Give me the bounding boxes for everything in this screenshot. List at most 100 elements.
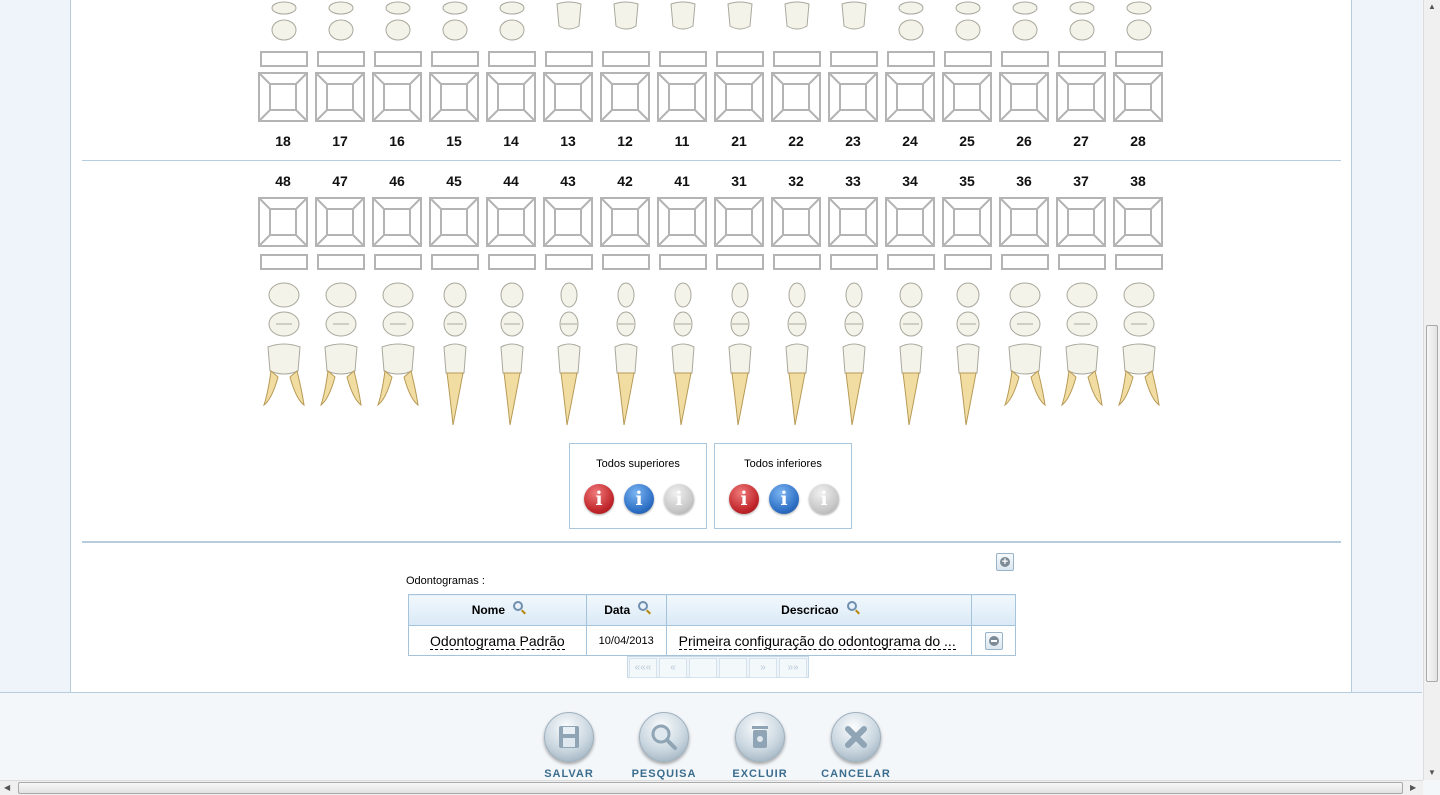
tooth-34-surface-map[interactable] <box>885 197 935 252</box>
scroll-up-icon[interactable]: ▲ <box>1428 2 1436 11</box>
tooth-31-surface-map[interactable] <box>714 197 764 252</box>
tooth-23-label-field[interactable] <box>830 51 878 67</box>
tooth-11-label-field[interactable] <box>659 51 707 67</box>
tooth-21-label-field[interactable] <box>716 51 764 67</box>
tooth-35-surface-map[interactable] <box>942 197 992 252</box>
tooth-17-surface-map[interactable] <box>315 72 365 127</box>
tooth-23-image[interactable] <box>828 0 880 47</box>
pesquisa-button[interactable]: PESQUISA <box>614 712 714 780</box>
tooth-12-label-field[interactable] <box>602 51 650 67</box>
tooth-48-label-field[interactable] <box>260 254 308 270</box>
tooth-36-surface-map[interactable] <box>999 197 1049 252</box>
tooth-33-label-field[interactable] <box>830 254 878 270</box>
tooth-38-image[interactable] <box>1113 281 1165 436</box>
tooth-47-surface-map[interactable] <box>315 197 365 252</box>
lower-blue-info-icon[interactable]: i <box>769 484 799 514</box>
pager-last-button[interactable]: »» <box>779 658 807 678</box>
tooth-46-surface-map[interactable] <box>372 197 422 252</box>
pager-first-button[interactable]: ««« <box>629 658 657 678</box>
lower-red-info-icon[interactable]: i <box>729 484 759 514</box>
pager-page-1[interactable] <box>689 658 717 678</box>
tooth-16-label-field[interactable] <box>374 51 422 67</box>
tooth-21-surface-map[interactable] <box>714 72 764 127</box>
cancelar-button[interactable]: CANCELAR <box>806 712 906 780</box>
tooth-37-surface-map[interactable] <box>1056 197 1106 252</box>
tooth-28-label-field[interactable] <box>1115 51 1163 67</box>
tooth-37-image[interactable] <box>1056 281 1108 436</box>
upper-gray-info-icon[interactable]: i <box>664 484 694 514</box>
tooth-14-surface-map[interactable] <box>486 72 536 127</box>
tooth-12-surface-map[interactable] <box>600 72 650 127</box>
tooth-13-label-field[interactable] <box>545 51 593 67</box>
tooth-18-surface-map[interactable] <box>258 72 308 127</box>
upper-blue-info-icon[interactable]: i <box>624 484 654 514</box>
tooth-16-surface-map[interactable] <box>372 72 422 127</box>
tooth-24-surface-map[interactable] <box>885 72 935 127</box>
tooth-37-label-field[interactable] <box>1058 254 1106 270</box>
tooth-13-surface-map[interactable] <box>543 72 593 127</box>
tooth-22-label-field[interactable] <box>773 51 821 67</box>
tooth-33-surface-map[interactable] <box>828 197 878 252</box>
tooth-42-surface-map[interactable] <box>600 197 650 252</box>
add-odontograma-button[interactable]: + <box>996 553 1014 571</box>
tooth-32-label-field[interactable] <box>773 254 821 270</box>
tooth-17-label-field[interactable] <box>317 51 365 67</box>
pager-next-button[interactable]: » <box>749 658 777 678</box>
lower-gray-info-icon[interactable]: i <box>809 484 839 514</box>
tooth-45-label-field[interactable] <box>431 254 479 270</box>
tooth-24-image[interactable] <box>885 0 937 47</box>
tooth-27-surface-map[interactable] <box>1056 72 1106 127</box>
tooth-22-image[interactable] <box>771 0 823 47</box>
tooth-43-image[interactable] <box>543 281 595 436</box>
tooth-18-label-field[interactable] <box>260 51 308 67</box>
tooth-26-label-field[interactable] <box>1001 51 1049 67</box>
tooth-27-image[interactable] <box>1056 0 1108 47</box>
tooth-36-label-field[interactable] <box>1001 254 1049 270</box>
tooth-44-surface-map[interactable] <box>486 197 536 252</box>
col-nome-header[interactable]: Nome <box>408 594 587 626</box>
tooth-34-image[interactable] <box>885 281 937 436</box>
descricao-link[interactable]: Primeira configuração do odontograma do … <box>678 632 956 650</box>
tooth-41-label-field[interactable] <box>659 254 707 270</box>
search-icon[interactable] <box>638 601 649 611</box>
vertical-scroll-thumb[interactable] <box>1426 325 1438 682</box>
tooth-23-surface-map[interactable] <box>828 72 878 127</box>
remove-row-button[interactable] <box>984 631 1003 650</box>
tooth-35-label-field[interactable] <box>944 254 992 270</box>
search-icon[interactable] <box>513 601 524 611</box>
tooth-28-image[interactable] <box>1113 0 1165 47</box>
tooth-14-image[interactable] <box>486 0 538 47</box>
horizontal-scroll-thumb[interactable] <box>18 782 1403 794</box>
tooth-13-image[interactable] <box>543 0 595 47</box>
tooth-26-surface-map[interactable] <box>999 72 1049 127</box>
nome-link[interactable]: Odontograma Padrão <box>430 632 565 650</box>
tooth-18-image[interactable] <box>258 0 310 47</box>
cell-descricao[interactable]: Primeira configuração do odontograma do … <box>665 625 973 656</box>
tooth-34-label-field[interactable] <box>887 254 935 270</box>
pager-prev-button[interactable]: « <box>659 658 687 678</box>
tooth-41-image[interactable] <box>657 281 709 436</box>
tooth-43-surface-map[interactable] <box>543 197 593 252</box>
tooth-46-label-field[interactable] <box>374 254 422 270</box>
tooth-26-image[interactable] <box>999 0 1051 47</box>
tooth-15-label-field[interactable] <box>431 51 479 67</box>
tooth-38-surface-map[interactable] <box>1113 197 1163 252</box>
tooth-38-label-field[interactable] <box>1115 254 1163 270</box>
scroll-right-icon[interactable]: ▶ <box>1410 783 1416 792</box>
tooth-44-image[interactable] <box>486 281 538 436</box>
tooth-42-label-field[interactable] <box>602 254 650 270</box>
scroll-down-icon[interactable]: ▼ <box>1428 768 1436 777</box>
tooth-48-surface-map[interactable] <box>258 197 308 252</box>
tooth-43-label-field[interactable] <box>545 254 593 270</box>
pager-page-2[interactable] <box>719 658 747 678</box>
tooth-27-label-field[interactable] <box>1058 51 1106 67</box>
salvar-button[interactable]: SALVAR <box>519 712 619 780</box>
tooth-48-image[interactable] <box>258 281 310 436</box>
tooth-25-label-field[interactable] <box>944 51 992 67</box>
tooth-25-surface-map[interactable] <box>942 72 992 127</box>
tooth-22-surface-map[interactable] <box>771 72 821 127</box>
tooth-36-image[interactable] <box>999 281 1051 436</box>
tooth-12-image[interactable] <box>600 0 652 47</box>
tooth-45-image[interactable] <box>429 281 481 436</box>
vertical-scrollbar[interactable]: ▲ ▼ <box>1423 0 1440 780</box>
